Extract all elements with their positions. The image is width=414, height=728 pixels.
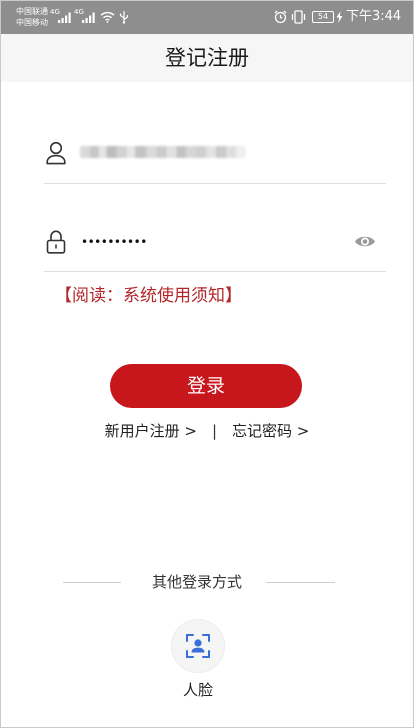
carrier-2: 中国移动	[16, 18, 48, 27]
charging-bolt-icon	[336, 11, 343, 23]
vibrate-icon	[291, 10, 306, 24]
status-time: 下午3:44	[346, 9, 402, 24]
login-button[interactable]: 登录	[110, 364, 302, 408]
carrier-names: 中国联通 中国移动	[16, 6, 48, 28]
usb-icon	[119, 10, 129, 24]
battery-indicator: 54	[312, 11, 334, 23]
forgot-password-link[interactable]: 忘记密码 >	[232, 422, 309, 440]
username-divider	[44, 183, 386, 184]
eye-icon[interactable]	[354, 234, 376, 249]
username-field[interactable]	[44, 128, 386, 180]
page-title: 登记注册	[165, 46, 249, 70]
face-login-button[interactable]	[171, 619, 225, 673]
header-bar: 登记注册	[0, 34, 414, 82]
usage-notice-link[interactable]: 【阅读：系统使用须知】	[55, 285, 242, 307]
status-bar: 中国联通 中国移动 4G 4G 54 下午3:44	[0, 0, 414, 34]
account-links: 新用户注册 > | 忘记密码 >	[0, 421, 414, 441]
username-value-blurred	[80, 146, 246, 158]
password-field[interactable]: ••••••••••	[44, 217, 386, 269]
password-value: ••••••••••	[81, 235, 147, 249]
alt-login-heading: 其他登录方式	[152, 573, 243, 591]
alt-login-divider-right	[266, 582, 335, 583]
user-icon	[45, 141, 67, 165]
link-separator: |	[211, 422, 218, 440]
alt-login-divider-left	[63, 582, 121, 583]
face-scan-icon	[185, 633, 211, 659]
carrier-1: 中国联通	[16, 7, 48, 16]
wifi-icon	[100, 11, 115, 23]
alarm-icon	[274, 10, 287, 24]
password-divider	[44, 271, 386, 272]
signal-icon	[58, 12, 71, 23]
register-link[interactable]: 新用户注册 >	[105, 422, 197, 440]
signal-icon	[82, 12, 95, 23]
face-login-label: 人脸	[182, 681, 213, 699]
lock-icon	[46, 229, 66, 254]
